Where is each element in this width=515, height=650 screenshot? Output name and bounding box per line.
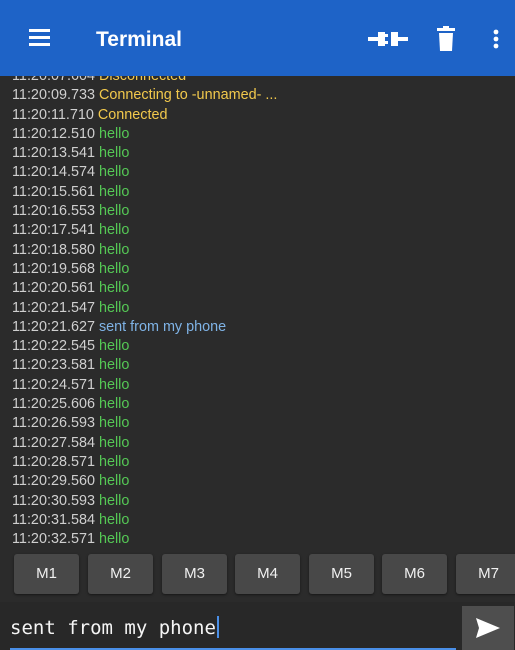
line-message: hello: [98, 280, 130, 297]
line-timestamp: 11:20:30.593: [12, 492, 95, 509]
line-message: hello: [98, 145, 130, 162]
connect-plug-icon[interactable]: [366, 24, 410, 54]
terminal-line: 11:20:21.627 sent from my phone: [12, 318, 277, 337]
line-timestamp: 11:20:19.568: [12, 260, 95, 277]
terminal-line: 11:20:11.710 Connected: [12, 106, 277, 125]
line-message: Connected: [97, 106, 168, 123]
line-message: hello: [98, 222, 130, 239]
macro-button-m2[interactable]: M2: [88, 554, 153, 594]
terminal-line: 11:20:21.547 hello: [12, 299, 277, 318]
line-message: hello: [98, 241, 130, 258]
macro-button-m1[interactable]: M1: [14, 554, 79, 594]
line-timestamp: 11:20:20.561: [12, 280, 95, 297]
terminal-line: 11:20:24.571 hello: [12, 376, 277, 395]
terminal-line: 11:20:18.580 hello: [12, 241, 277, 260]
line-message: Disconnected: [98, 76, 187, 84]
line-message: hello: [98, 511, 130, 528]
macro-button-m6[interactable]: M6: [382, 554, 447, 594]
terminal-line: 11:20:31.584 hello: [12, 511, 277, 530]
terminal-line: 11:20:32.571 hello: [12, 530, 277, 549]
line-timestamp: 11:20:16.553: [12, 203, 95, 220]
page-title: Terminal: [96, 28, 182, 51]
trash-icon[interactable]: [434, 24, 458, 54]
line-timestamp: 11:20:27.584: [12, 434, 95, 451]
line-message: hello: [98, 415, 130, 432]
macro-bar: M1 M2 M3 M4 M5 M6 M7: [0, 552, 515, 602]
line-message: hello: [98, 299, 130, 316]
text-caret: [216, 616, 219, 638]
line-message: hello: [98, 338, 130, 355]
line-timestamp: 11:20:11.710: [12, 106, 94, 123]
terminal-line: 11:20:27.584 hello: [12, 434, 277, 453]
terminal-line: 11:20:12.510 hello: [12, 125, 277, 144]
line-message: hello: [98, 434, 130, 451]
terminal-line: 11:20:13.541 hello: [12, 144, 277, 163]
terminal-output[interactable]: 11:20:07.604 Disconnected 11:20:09.733 Co…: [0, 76, 515, 552]
terminal-line: 11:20:09.733 Connecting to -unnamed- ...: [12, 86, 277, 105]
line-timestamp: 11:20:14.574: [12, 164, 95, 181]
line-timestamp: 11:20:23.581: [12, 357, 95, 374]
line-message: hello: [98, 164, 130, 181]
line-timestamp: 11:20:28.571: [12, 453, 95, 470]
line-timestamp: 11:20:22.545: [12, 338, 95, 355]
input-bar: sent from my phone: [0, 602, 515, 650]
line-timestamp: 11:20:21.547: [12, 299, 95, 316]
app-bar: Terminal: [0, 0, 515, 76]
line-message: hello: [98, 492, 130, 509]
line-message: hello: [98, 183, 130, 200]
more-vert-icon[interactable]: [486, 24, 506, 54]
line-message: sent from my phone: [98, 318, 227, 335]
line-timestamp: 11:20:13.541: [12, 145, 95, 162]
terminal-line: 11:20:19.568 hello: [12, 260, 277, 279]
message-input-value: sent from my phone: [10, 617, 216, 639]
line-timestamp: 11:20:25.606: [12, 396, 95, 413]
line-message: hello: [98, 203, 130, 220]
macro-button-m7[interactable]: M7: [456, 554, 515, 594]
terminal-line: 11:20:29.560 hello: [12, 472, 277, 491]
line-message: hello: [98, 473, 130, 490]
send-button[interactable]: [462, 606, 514, 650]
line-message: Connecting to -unnamed- ...: [98, 87, 278, 104]
line-timestamp: 11:20:18.580: [12, 241, 95, 258]
line-message: hello: [98, 376, 130, 393]
line-message: hello: [98, 357, 130, 374]
line-timestamp: 11:20:07.604: [12, 76, 95, 84]
line-timestamp: 11:20:29.560: [12, 473, 95, 490]
line-timestamp: 11:20:17.541: [12, 222, 95, 239]
terminal-line: 11:20:23.581 hello: [12, 356, 277, 375]
line-timestamp: 11:20:09.733: [12, 87, 95, 104]
line-timestamp: 11:20:21.627: [12, 318, 95, 335]
line-timestamp: 11:20:24.571: [12, 376, 95, 393]
line-message: hello: [98, 260, 130, 277]
line-message: hello: [98, 453, 130, 470]
macro-button-m3[interactable]: M3: [162, 554, 227, 594]
terminal-line: 11:20:17.541 hello: [12, 221, 277, 240]
terminal-log: 11:20:07.604 Disconnected 11:20:09.733 Co…: [12, 76, 277, 549]
line-timestamp: 11:20:12.510: [12, 125, 95, 142]
line-timestamp: 11:20:31.584: [12, 511, 95, 528]
terminal-line: 11:20:07.604 Disconnected: [12, 76, 277, 86]
line-timestamp: 11:20:15.561: [12, 183, 95, 200]
line-message: hello: [98, 531, 130, 548]
send-icon: [476, 618, 500, 638]
terminal-line: 11:20:16.553 hello: [12, 202, 277, 221]
hamburger-menu-icon[interactable]: [26, 24, 56, 52]
macro-button-m5[interactable]: M5: [309, 554, 374, 594]
line-message: hello: [98, 396, 130, 413]
terminal-line: 11:20:26.593 hello: [12, 414, 277, 433]
terminal-line: 11:20:20.561 hello: [12, 279, 277, 298]
line-message: hello: [98, 125, 130, 142]
terminal-line: 11:20:28.571 hello: [12, 453, 277, 472]
line-timestamp: 11:20:32.571: [12, 531, 95, 548]
terminal-line: 11:20:30.593 hello: [12, 492, 277, 511]
macro-button-m4[interactable]: M4: [235, 554, 300, 594]
terminal-line: 11:20:25.606 hello: [12, 395, 277, 414]
line-timestamp: 11:20:26.593: [12, 415, 95, 432]
message-input[interactable]: sent from my phone: [10, 610, 450, 646]
terminal-line: 11:20:14.574 hello: [12, 163, 277, 182]
terminal-line: 11:20:22.545 hello: [12, 337, 277, 356]
terminal-line: 11:20:15.561 hello: [12, 183, 277, 202]
